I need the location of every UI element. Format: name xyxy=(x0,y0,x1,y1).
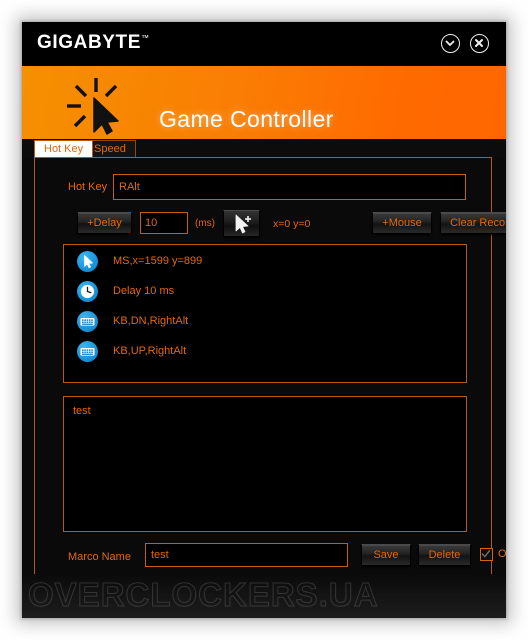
keyboard-icon xyxy=(77,341,98,362)
brand-text: GIGABYTE xyxy=(37,32,142,53)
minimize-button[interactable] xyxy=(441,34,460,53)
pick-coordinate-button[interactable] xyxy=(223,210,260,237)
save-button[interactable]: Save xyxy=(361,544,411,566)
record-toolbar: +Delay (ms) x=0 y=0 +Mouse Clear Record xyxy=(35,210,506,240)
delay-value-input[interactable] xyxy=(140,212,188,234)
gigabyte-logo: GIGABYTE™ xyxy=(37,32,150,54)
hotkey-row: Hot Key xyxy=(35,174,491,202)
chevron-down-circle-icon xyxy=(442,35,459,51)
hot-key-panel: Hot Key +Delay (ms) x=0 xyxy=(34,157,506,583)
app-banner: Game Controller xyxy=(22,66,506,139)
list-item-label: Delay 10 ms xyxy=(113,285,175,297)
macro-list-item[interactable]: test xyxy=(73,405,91,417)
page-title: Game Controller xyxy=(159,106,334,132)
list-item[interactable]: Delay 10 ms xyxy=(64,281,466,305)
marco-name-label: Marco Name xyxy=(68,551,131,563)
mouse-cursor-icon xyxy=(77,251,98,272)
list-item-label: KB,DN,RightAlt xyxy=(113,315,189,327)
list-item-label: KB,UP,RightAlt xyxy=(113,345,187,357)
marco-name-input[interactable] xyxy=(145,543,348,567)
hotkey-input[interactable] xyxy=(113,174,466,200)
coordinates-readout: x=0 y=0 xyxy=(273,218,311,230)
click-cursor-icon xyxy=(64,74,136,139)
trademark-symbol: ™ xyxy=(141,33,150,43)
tab-hot-key[interactable]: Hot Key xyxy=(34,140,94,157)
tab-bar: Hot Key Speed xyxy=(22,139,506,157)
delete-button[interactable]: Delete xyxy=(418,544,471,566)
hotkey-label: Hot Key xyxy=(68,181,108,193)
cursor-add-icon xyxy=(224,214,259,240)
macro-list-panel[interactable]: test xyxy=(63,396,467,532)
list-item[interactable]: KB,DN,RightAlt xyxy=(64,311,466,335)
record-list[interactable]: MS,x=1599 y=899 Delay 10 ms KB,DN,RightA… xyxy=(63,244,467,383)
content-area: Hot Key +Delay (ms) x=0 xyxy=(22,157,506,618)
macro-save-row: Marco Name Save Delete ON xyxy=(35,543,506,573)
footer-bar: OVERCLOCKERS.UA xyxy=(22,574,506,618)
list-item[interactable]: KB,UP,RightAlt xyxy=(64,341,466,365)
on-checkbox[interactable] xyxy=(480,548,493,561)
clear-record-button[interactable]: Clear Record xyxy=(440,212,506,234)
list-item-label: MS,x=1599 y=899 xyxy=(113,255,203,267)
list-item[interactable]: MS,x=1599 y=899 xyxy=(64,251,466,275)
close-circle-icon xyxy=(471,35,488,51)
clock-icon xyxy=(77,281,98,302)
watermark-text: OVERCLOCKERS.UA xyxy=(28,576,379,614)
on-label: ON xyxy=(498,548,506,560)
title-bar: GIGABYTE™ xyxy=(22,22,506,66)
keyboard-icon xyxy=(77,311,98,332)
add-mouse-button[interactable]: +Mouse xyxy=(372,212,432,234)
milliseconds-label: (ms) xyxy=(195,218,215,229)
close-button[interactable] xyxy=(470,34,489,53)
game-controller-window: GIGABYTE™ Game Controller Hot Key Speed … xyxy=(22,22,506,618)
add-delay-button[interactable]: +Delay xyxy=(77,212,132,234)
